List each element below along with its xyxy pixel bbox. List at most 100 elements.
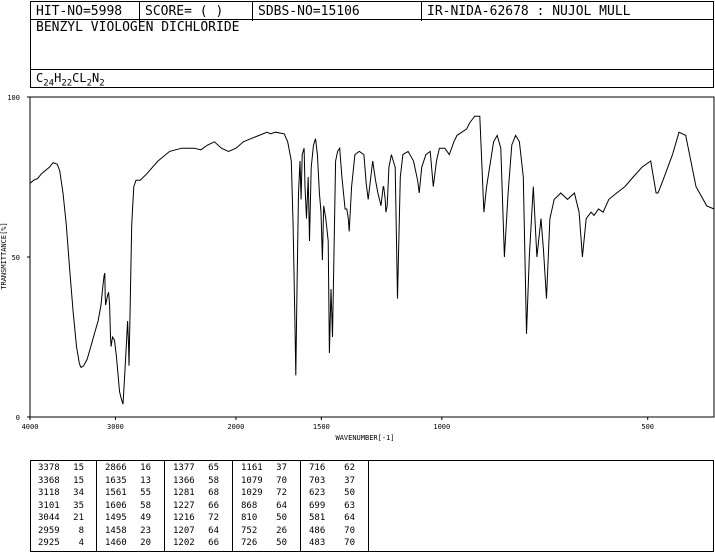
peak-row: 716 62 (309, 463, 365, 473)
peak-transmittance: 55 (140, 488, 151, 498)
peak-row: 1281 68 (173, 488, 229, 498)
peak-wavenumber: 483 (309, 538, 326, 548)
peak-transmittance: 58 (208, 475, 219, 486)
peak-column: 1377 65 1366 58 1281 68 1227 66 1216 72 1207 64 1202… (165, 460, 233, 552)
peak-row: 1458 23 (105, 526, 161, 536)
peak-transmittance: 13 (140, 475, 151, 486)
x-tick-label: 2000 (227, 423, 244, 431)
peak-row: 1207 64 (173, 526, 229, 536)
peak-wavenumber: 716 (309, 463, 326, 473)
peak-wavenumber: 868 (241, 500, 258, 511)
chart-ticks: 4000 3000 2000 1500 1000 500 0 50 100 (7, 94, 654, 431)
peak-row: 1495 49 (105, 513, 161, 523)
peak-transmittance: 50 (276, 513, 287, 523)
peak-wavenumber: 1216 (173, 513, 195, 523)
peak-transmittance: 21 (73, 513, 84, 523)
peak-row: 1161 37 (241, 463, 297, 473)
peak-row: 1202 66 (173, 538, 229, 548)
peak-transmittance: 70 (344, 525, 355, 536)
peak-wavenumber: 699 (309, 500, 326, 511)
peak-transmittance: 20 (140, 538, 151, 548)
peak-transmittance: 35 (73, 500, 84, 511)
peak-transmittance: 70 (344, 538, 355, 548)
peak-wavenumber: 3044 (38, 513, 60, 523)
peak-row: 1377 65 (173, 463, 229, 473)
peak-wavenumber: 810 (241, 513, 258, 523)
peak-transmittance: 72 (208, 513, 219, 523)
peak-transmittance: 70 (276, 475, 287, 486)
peak-row: 1029 72 (241, 488, 297, 498)
peak-transmittance: 64 (344, 513, 355, 523)
peak-column: 3378 15 3368 15 3118 34 3101 35 3044 21 2959 8 2925 4 (30, 460, 97, 552)
ir-spectrum-chart: 4000 3000 2000 1500 1000 500 0 50 100 WAVENUMBER… (0, 94, 715, 442)
peak-wavenumber: 1495 (105, 513, 127, 523)
peak-wavenumber: 1227 (173, 500, 195, 511)
peak-wavenumber: 1635 (105, 475, 127, 486)
peak-transmittance: 15 (73, 463, 84, 473)
peak-wavenumber: 752 (241, 525, 258, 536)
peak-row: 1606 58 (105, 501, 161, 511)
peak-wavenumber: 581 (309, 513, 326, 523)
peak-transmittance: 64 (208, 525, 219, 536)
peak-row: 1460 20 (105, 538, 161, 548)
header-bar: HIT-NO=5998 SCORE= ( ) SDBS-NO=15106 IR-… (30, 1, 714, 21)
peak-transmittance: 8 (78, 525, 84, 536)
peak-row: 486 70 (309, 526, 365, 536)
peak-transmittance: 16 (140, 463, 151, 473)
y-tick-label: 50 (12, 254, 20, 262)
peak-row: 1635 13 (105, 476, 161, 486)
peak-wavenumber: 1281 (173, 488, 195, 498)
peak-wavenumber: 3378 (38, 463, 60, 473)
peak-transmittance: 68 (208, 488, 219, 498)
formula-el-cl: CL (72, 71, 87, 85)
formula-n-c: 24 (43, 78, 55, 89)
chart-axes (29, 96, 715, 418)
formula-box: C24H22CL2N2 (30, 69, 714, 88)
peak-transmittance: 65 (208, 463, 219, 473)
peak-row: 3368 15 (38, 476, 93, 486)
peak-row: 3118 34 (38, 488, 93, 498)
peak-row: 752 26 (241, 526, 297, 536)
peak-transmittance: 26 (276, 525, 287, 536)
peak-row: 3101 35 (38, 501, 93, 511)
peak-transmittance: 72 (276, 488, 287, 498)
y-tick-label: 0 (16, 414, 20, 422)
formula-n-n: 2 (99, 78, 105, 89)
peak-row: 3044 21 (38, 513, 93, 523)
peak-wavenumber: 2866 (105, 463, 127, 473)
peak-row: 1216 72 (173, 513, 229, 523)
peak-row: 483 70 (309, 538, 365, 548)
y-tick-label: 100 (7, 94, 20, 102)
peak-wavenumber: 3101 (38, 500, 60, 511)
peak-transmittance: 37 (344, 475, 355, 486)
x-tick-label: 1000 (433, 423, 450, 431)
compound-name: BENZYL VIOLOGEN DICHLORIDE (36, 20, 240, 35)
peak-wavenumber: 1079 (241, 475, 263, 486)
spectrum-line (29, 115, 715, 405)
peak-wavenumber: 1202 (173, 538, 195, 548)
peak-wavenumber: 1161 (241, 463, 263, 473)
peak-transmittance: 50 (276, 538, 287, 548)
peak-transmittance: 34 (73, 488, 84, 498)
x-tick-label: 1500 (313, 423, 330, 431)
peak-transmittance: 66 (208, 500, 219, 511)
peak-wavenumber: 3368 (38, 475, 60, 486)
peak-transmittance: 49 (140, 513, 151, 523)
plot-frame (29, 96, 715, 418)
peak-transmittance: 64 (276, 500, 287, 511)
peak-wavenumber: 2959 (38, 525, 60, 536)
peak-wavenumber: 1377 (173, 463, 195, 473)
molecular-formula: C24H22CL2N2 (36, 71, 105, 88)
peak-wavenumber: 3118 (38, 488, 60, 498)
peak-transmittance: 58 (140, 500, 151, 511)
peak-transmittance: 50 (344, 488, 355, 498)
peak-wavenumber: 2925 (38, 538, 60, 548)
x-tick-label: 4000 (22, 423, 39, 431)
peak-column: 716 62 703 37 623 50 699 63 581 64 486 70 483 70 (301, 460, 369, 552)
peak-wavenumber: 1029 (241, 488, 263, 498)
peak-transmittance: 37 (276, 463, 287, 473)
peak-wavenumber: 1207 (173, 525, 195, 536)
peak-row: 581 64 (309, 513, 365, 523)
peak-row: 868 64 (241, 501, 297, 511)
peak-row: 810 50 (241, 513, 297, 523)
